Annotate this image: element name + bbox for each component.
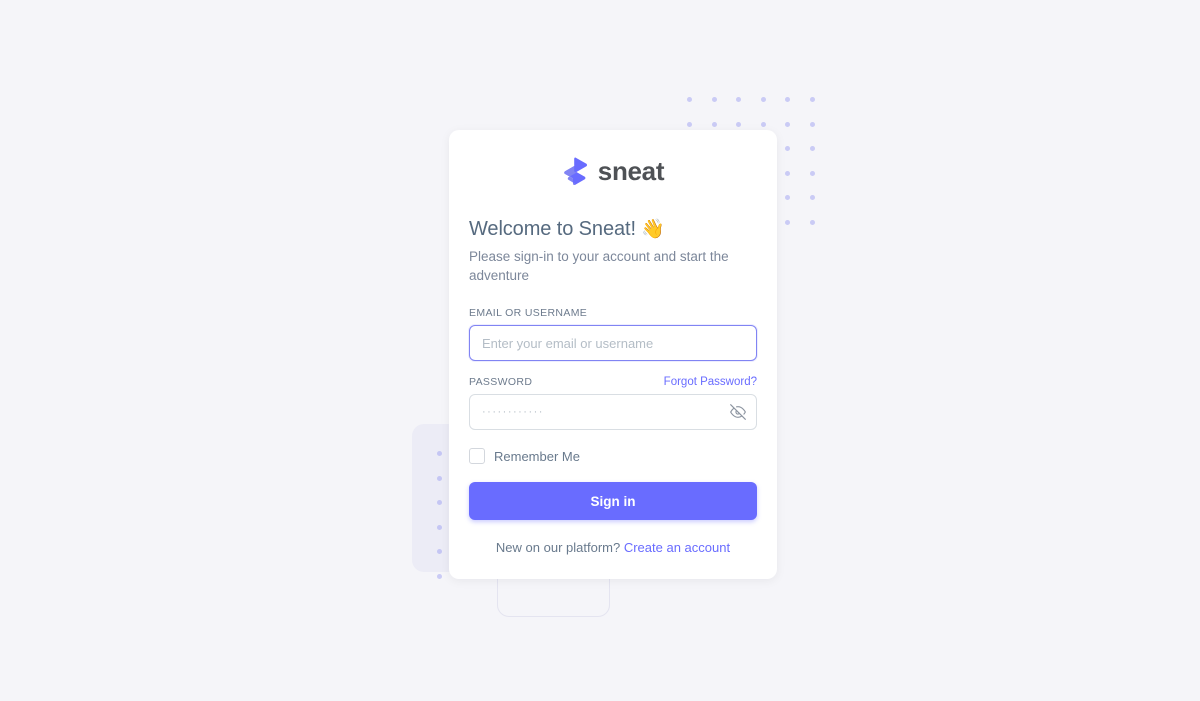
page-title-text: Welcome to Sneat!	[469, 218, 636, 240]
decoration-dot	[785, 146, 790, 151]
decoration-dot	[437, 573, 442, 579]
decoration-dot	[687, 97, 692, 102]
sneat-s-logo-icon	[562, 156, 588, 187]
decoration-dot	[711, 97, 717, 102]
create-account-link[interactable]: Create an account	[624, 540, 730, 555]
email-field-group: EMAIL OR USERNAME	[469, 307, 757, 362]
password-input-wrap	[469, 394, 757, 431]
waving-hand-icon: 👋	[641, 219, 665, 240]
page-title: Welcome to Sneat! 👋	[469, 217, 757, 241]
decoration-dot	[785, 97, 790, 102]
password-field-group: PASSWORD Forgot Password?	[469, 376, 757, 431]
decoration-dot	[785, 170, 790, 176]
decoration-dot	[687, 121, 692, 127]
decoration-dot	[437, 549, 442, 554]
decoration-dot	[736, 97, 741, 102]
decoration-dot	[760, 97, 766, 102]
signup-row: New on our platform? Create an account	[469, 540, 757, 555]
signin-button[interactable]: Sign in	[469, 482, 757, 521]
login-card: sneat Welcome to Sneat! 👋 Please sign-in…	[449, 130, 777, 580]
remember-me-row: Remember Me	[469, 448, 757, 465]
decoration-dot	[437, 500, 442, 505]
decoration-dot	[736, 121, 741, 127]
brand: sneat	[469, 156, 757, 187]
decoration-dot	[437, 451, 442, 456]
decoration-dot	[809, 121, 815, 127]
page-subtitle: Please sign-in to your account and start…	[469, 249, 729, 284]
decoration-dot	[437, 524, 442, 530]
remember-me-label[interactable]: Remember Me	[494, 449, 580, 464]
email-input[interactable]	[469, 325, 757, 362]
email-label-row: EMAIL OR USERNAME	[469, 307, 757, 319]
decoration-dot	[809, 146, 815, 151]
decoration-dot	[785, 121, 790, 127]
decoration-dot	[785, 195, 790, 200]
password-input[interactable]	[469, 394, 757, 431]
password-label-row: PASSWORD Forgot Password?	[469, 376, 757, 388]
email-label: EMAIL OR USERNAME	[469, 307, 588, 320]
decoration-dot	[809, 219, 815, 225]
decoration-dot	[760, 121, 766, 127]
forgot-password-link[interactable]: Forgot Password?	[664, 376, 757, 388]
remember-me-checkbox[interactable]	[469, 448, 485, 465]
eye-off-icon[interactable]	[730, 404, 746, 421]
decoration-dot	[711, 121, 717, 127]
decoration-dot	[437, 475, 442, 481]
decoration-dot	[809, 195, 815, 200]
decoration-dot	[809, 97, 815, 102]
password-label: PASSWORD	[469, 376, 533, 389]
brand-name: sneat	[597, 156, 665, 186]
signup-prompt: New on our platform?	[495, 540, 621, 556]
decoration-dot	[809, 170, 815, 176]
decoration-dot	[785, 219, 790, 225]
